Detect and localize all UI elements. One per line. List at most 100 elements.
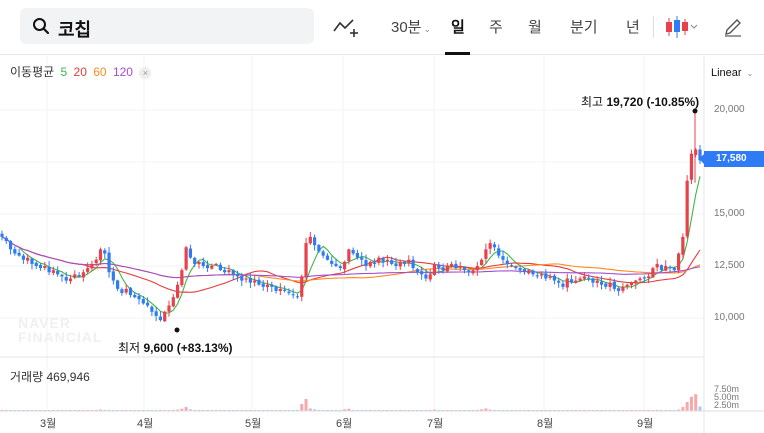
candle-body xyxy=(561,283,565,287)
candle-body xyxy=(90,263,94,269)
close-icon[interactable]: × xyxy=(139,66,152,79)
candle-body xyxy=(608,282,612,288)
candle-body xyxy=(629,282,634,286)
candle-body xyxy=(248,277,252,283)
candle-body xyxy=(184,247,188,270)
candle-body xyxy=(214,263,218,266)
candle-body xyxy=(210,266,214,269)
volume-bar xyxy=(685,402,689,411)
candle-body xyxy=(34,262,38,266)
candle-body xyxy=(415,269,419,273)
candle-body xyxy=(295,296,300,298)
candle-body xyxy=(432,263,437,275)
candle-body xyxy=(544,273,548,279)
candle-body xyxy=(685,180,689,237)
y-tick: 12,500 xyxy=(714,260,745,271)
candle-body xyxy=(265,284,270,288)
candle-body xyxy=(175,284,180,298)
legend-ma5: 5 xyxy=(60,65,68,79)
candle-body xyxy=(150,306,154,312)
interval-select[interactable]: 30분 ⌄ xyxy=(391,10,431,46)
candle-body xyxy=(402,261,407,264)
candle-body xyxy=(158,316,163,321)
candle-body xyxy=(98,249,103,261)
candle-body xyxy=(672,267,676,271)
candle-body xyxy=(0,233,4,237)
candle-body xyxy=(317,245,321,252)
candle-body xyxy=(338,266,342,269)
candle-body xyxy=(103,250,107,254)
candle-body xyxy=(313,237,317,246)
candle-body xyxy=(552,275,557,281)
candle-body xyxy=(531,270,535,275)
candle-body xyxy=(64,277,68,281)
y-tick: 15,000 xyxy=(714,208,745,219)
chevron-down-icon: ⌄ xyxy=(423,24,432,34)
tab-period-month[interactable]: 월 xyxy=(528,10,542,46)
price-chart[interactable] xyxy=(0,56,764,433)
stock-search-box[interactable]: 코칩 xyxy=(20,8,314,44)
candle-body xyxy=(398,261,402,267)
candle-body xyxy=(522,269,527,273)
candle-body xyxy=(120,289,124,294)
candle-body xyxy=(133,294,137,298)
candle-body xyxy=(621,286,625,291)
candle-body xyxy=(424,274,428,279)
tab-period-week[interactable]: 주 xyxy=(489,10,503,46)
moving-average-legend[interactable]: 이동평균 5 20 60 120 × xyxy=(10,63,154,80)
candle-body xyxy=(347,249,351,261)
candle-body xyxy=(47,266,51,273)
candle-body xyxy=(68,278,73,282)
candle-body xyxy=(321,251,325,256)
candle-body xyxy=(467,270,471,273)
candle-body xyxy=(227,270,231,273)
scale-select[interactable]: Linear ⌄ xyxy=(711,67,753,79)
x-tick: 3월 xyxy=(40,418,57,430)
chart-toolbar: 코칩 30분 ⌄ 일 주 월 분기 년 xyxy=(0,0,764,55)
y-tick: 10,000 xyxy=(714,312,745,323)
candlestick-type-icon[interactable] xyxy=(665,16,699,38)
tab-period-quarter[interactable]: 분기 xyxy=(570,10,598,46)
candle-body xyxy=(270,284,274,287)
tab-period-year[interactable]: 년 xyxy=(626,10,640,46)
candle-body xyxy=(291,294,295,296)
candle-body xyxy=(372,262,377,264)
candle-body xyxy=(497,248,501,256)
candle-body xyxy=(4,237,8,242)
candle-body xyxy=(240,275,244,281)
candle-body xyxy=(642,277,646,279)
candle-body xyxy=(30,258,34,264)
candle-body xyxy=(518,268,522,271)
candle-body xyxy=(437,264,441,269)
candle-body xyxy=(390,260,394,264)
candle-body xyxy=(578,278,582,281)
search-query[interactable]: 코칩 xyxy=(58,16,91,42)
candle-body xyxy=(514,266,518,269)
candle-body xyxy=(283,289,287,291)
candle-body xyxy=(56,271,60,275)
candle-body xyxy=(111,271,115,281)
chevron-down-icon: ⌄ xyxy=(746,69,754,78)
candle-body xyxy=(300,276,304,297)
candle-body xyxy=(655,263,659,268)
candle-body xyxy=(287,291,291,294)
candle-body xyxy=(527,270,531,274)
candle-body xyxy=(193,257,197,264)
current-price-badge: 17,580 xyxy=(699,151,764,167)
volume-bar xyxy=(300,404,304,411)
y-tick: 20,000 xyxy=(714,104,745,115)
candle-body xyxy=(163,311,167,322)
legend-ma60: 60 xyxy=(93,65,107,79)
tab-period-day[interactable]: 일 xyxy=(451,10,465,46)
low-marker xyxy=(174,327,180,333)
volume-bar xyxy=(694,394,698,411)
candle-body xyxy=(454,263,458,269)
candle-body xyxy=(304,243,308,277)
legend-title: 이동평균 xyxy=(10,65,55,79)
candle-body xyxy=(535,275,539,277)
pencil-icon[interactable] xyxy=(723,17,743,37)
candle-body xyxy=(171,297,175,307)
candle-body xyxy=(377,257,381,263)
add-indicator-icon[interactable] xyxy=(333,17,359,39)
candle-body xyxy=(488,243,492,249)
